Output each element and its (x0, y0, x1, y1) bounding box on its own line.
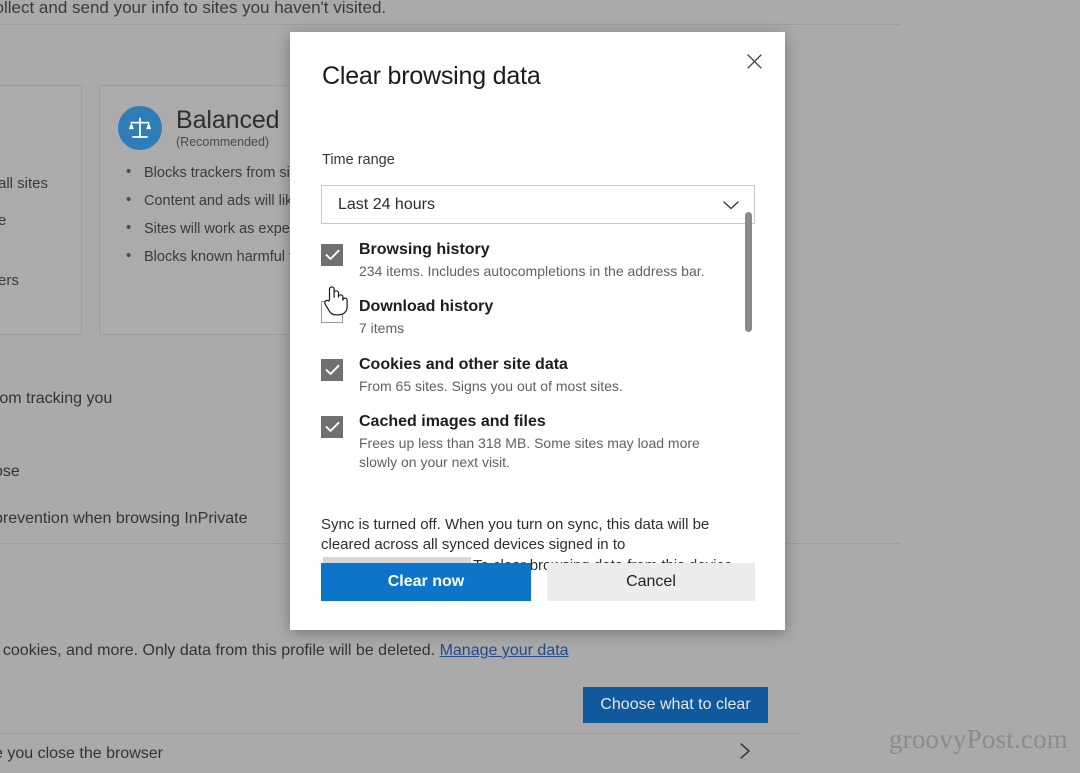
dialog-action-buttons: Clear now Cancel (321, 563, 755, 601)
tracking-card-strict[interactable] (0, 85, 82, 335)
cookies-and-site-data-checkbox[interactable] (321, 358, 343, 381)
clear-browsing-data-dialog: Clear browsing data Time range Last 24 h… (290, 32, 785, 630)
option-cached-images-and-files[interactable]: Cached images and files Frees up less th… (321, 412, 741, 471)
option-title: Download history (359, 298, 494, 316)
option-title: Cached images and files (359, 413, 546, 431)
option-description: 7 items (359, 320, 405, 337)
options-list-scrollbar[interactable] (745, 208, 752, 478)
clear-row-description: , cookies, and more. Only data from this… (0, 642, 436, 659)
option-cookies-and-site-data[interactable]: Cookies and other site data From 65 site… (321, 355, 741, 395)
time-range-selected-value: Last 24 hours (338, 195, 435, 213)
background-divider-top (0, 24, 900, 25)
time-range-dropdown[interactable]: Last 24 hours (321, 185, 755, 224)
balanced-card-header: Balanced (Recommended) (118, 105, 280, 150)
chevron-down-icon (722, 199, 740, 211)
cancel-button[interactable]: Cancel (546, 563, 755, 601)
download-history-checkbox[interactable] (321, 301, 343, 324)
background-close-browser-row: e you close the browser (0, 745, 163, 762)
option-title: Cookies and other site data (359, 355, 568, 373)
balanced-card-subtitle: (Recommended) (176, 135, 270, 150)
option-browsing-history[interactable]: Browsing history 234 items. Includes aut… (321, 240, 741, 280)
option-description: Frees up less than 318 MB. Some sites ma… (359, 435, 700, 470)
balance-scale-icon (118, 106, 162, 150)
background-clear-row-text: , cookies, and more. Only data from this… (0, 642, 569, 660)
balanced-card-title: Balanced (176, 105, 280, 134)
scrollbar-thumb[interactable] (745, 212, 752, 332)
background-fragment-tracking: rom tracking you (0, 390, 113, 407)
background-divider-bottom (0, 733, 800, 734)
strict-card-fragment-3: ers (0, 272, 19, 289)
browsing-history-checkbox[interactable] (321, 244, 343, 266)
option-download-history[interactable]: Download history 7 items (321, 297, 741, 337)
background-fragment-ose: ose (0, 463, 20, 480)
cached-images-and-files-checkbox[interactable] (321, 416, 343, 439)
manage-your-data-link[interactable]: Manage your data (440, 642, 569, 659)
option-description: From 65 sites. Signs you out of most sit… (359, 377, 623, 394)
close-icon[interactable] (733, 41, 775, 81)
strict-card-fragment-1: all sites (0, 175, 49, 192)
dialog-title: Clear browsing data (322, 62, 541, 90)
data-types-list: Browsing history 234 items. Includes aut… (321, 240, 741, 510)
option-title: Browsing history (359, 241, 490, 258)
strict-card-fragment-2: e (0, 212, 7, 229)
watermark: groovyPost.com (888, 724, 1068, 754)
time-range-label: Time range (322, 152, 395, 168)
option-description: 234 items. Includes autocompletions in t… (359, 263, 705, 279)
background-fragment-inprivate: prevention when browsing InPrivate (0, 510, 248, 527)
clear-now-button[interactable]: Clear now (321, 563, 531, 601)
choose-what-to-clear-button[interactable]: Choose what to clear (583, 687, 768, 723)
chevron-right-icon[interactable] (738, 740, 752, 768)
sync-note-part-1: Sync is turned off. When you turn on syn… (321, 516, 710, 554)
background-top-paragraph: collect and send your info to sites you … (0, 0, 387, 17)
